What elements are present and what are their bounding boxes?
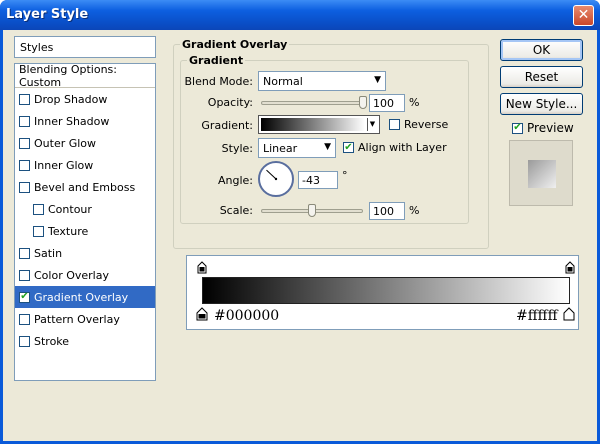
style-item[interactable]: Pattern Overlay <box>15 308 155 330</box>
reset-button[interactable]: Reset <box>500 66 583 88</box>
chevron-down-icon: ▼ <box>374 75 381 85</box>
gradient-swatch[interactable] <box>261 118 365 131</box>
reverse-checkbox[interactable]: Reverse <box>389 118 448 131</box>
preview-swatch <box>528 160 556 188</box>
angle-input[interactable]: -43 <box>298 171 338 189</box>
scale-input[interactable]: 100 <box>369 202 405 220</box>
angle-dial-needle <box>266 169 278 181</box>
opacity-slider-thumb[interactable] <box>359 96 367 109</box>
style-item-checkbox[interactable] <box>19 115 30 127</box>
styles-list: Blending Options: Custom Drop Shadow Inner… <box>14 63 156 381</box>
reverse-checkbox-box[interactable] <box>389 119 400 130</box>
end-color-hex: #ffffff <box>516 308 558 324</box>
style-item-label: Stroke <box>34 334 70 348</box>
style-item[interactable]: ✔ Gradient Overlay <box>15 286 155 308</box>
align-label: Align with Layer <box>358 141 447 154</box>
style-select[interactable]: Linear ▼ <box>258 138 336 158</box>
style-item-checkbox[interactable] <box>19 313 30 325</box>
preview-checkbox[interactable]: ✔ Preview <box>512 121 574 135</box>
style-item[interactable]: Outer Glow <box>15 132 155 154</box>
preview-label: Preview <box>527 121 574 135</box>
style-item-label: Satin <box>34 246 63 260</box>
style-item-label: Bevel and Emboss <box>34 180 136 194</box>
gradient-editor: #000000 #ffffff <box>186 255 579 330</box>
style-item-checkbox[interactable] <box>19 137 30 149</box>
style-item[interactable]: Inner Shadow <box>15 110 155 132</box>
styles-panel: Styles Blending Options: Custom Drop Shad… <box>14 36 156 381</box>
window-title: Layer Style <box>6 7 89 22</box>
preview-checkbox-box[interactable]: ✔ <box>512 122 523 134</box>
style-item-label: Inner Glow <box>34 158 94 172</box>
opacity-stop-left-icon[interactable] <box>197 261 207 274</box>
dialog-client: Styles Blending Options: Custom Drop Shad… <box>3 30 597 441</box>
style-item[interactable]: Satin <box>15 242 155 264</box>
styles-header[interactable]: Styles <box>14 36 156 58</box>
reverse-label: Reverse <box>404 118 449 131</box>
style-item-label: Drop Shadow <box>34 92 108 106</box>
angle-unit: ° <box>342 169 348 182</box>
style-item-checkbox[interactable]: ✔ <box>19 291 30 303</box>
preview-thumbnail <box>509 140 573 206</box>
blend-mode-value: Normal <box>263 75 303 88</box>
style-item[interactable]: Blending Options: Custom <box>15 62 155 89</box>
style-item-checkbox[interactable] <box>19 181 30 193</box>
new-style-button[interactable]: New Style... <box>500 93 583 115</box>
gradient-overlay-title: Gradient Overlay <box>180 38 290 51</box>
style-item-label: Inner Shadow <box>34 114 110 128</box>
style-item[interactable]: Stroke <box>15 330 155 352</box>
style-item-label: Color Overlay <box>34 268 109 282</box>
style-item-checkbox[interactable] <box>19 159 30 171</box>
opacity-unit: % <box>409 96 420 109</box>
gradient-picker[interactable]: ▼ <box>258 115 380 134</box>
start-color-hex: #000000 <box>214 308 280 324</box>
style-item-label: Outer Glow <box>34 136 97 150</box>
style-item-label: Blending Options: Custom <box>19 62 117 89</box>
chevron-down-icon: ▼ <box>324 142 331 152</box>
angle-label: Angle: <box>217 174 253 187</box>
ok-button[interactable]: OK <box>500 39 583 61</box>
align-with-layer-checkbox[interactable]: ✔ Align with Layer <box>343 141 447 154</box>
color-stop-right-icon[interactable] <box>563 307 575 321</box>
gradient-label: Gradient: <box>201 119 253 132</box>
style-item-checkbox[interactable] <box>33 203 44 215</box>
style-item[interactable]: Bevel and Emboss <box>15 176 155 198</box>
gradient-subgroup-title: Gradient <box>187 54 246 67</box>
opacity-input[interactable]: 100 <box>369 94 405 112</box>
opacity-stop-right-icon[interactable] <box>565 261 575 274</box>
style-item-checkbox[interactable] <box>33 225 44 237</box>
style-item[interactable]: Color Overlay <box>15 264 155 286</box>
style-item-checkbox[interactable] <box>19 335 30 347</box>
style-item[interactable]: Texture <box>15 220 155 242</box>
scale-unit: % <box>409 204 420 217</box>
style-item[interactable]: Inner Glow <box>15 154 155 176</box>
angle-dial[interactable] <box>258 161 294 197</box>
scale-label: Scale: <box>219 204 253 217</box>
blend-mode-label: Blend Mode: <box>184 75 254 88</box>
align-checkbox-box[interactable]: ✔ <box>343 142 354 153</box>
style-item-label: Texture <box>48 224 89 238</box>
style-item-checkbox[interactable] <box>19 93 30 105</box>
scale-slider-thumb[interactable] <box>308 204 316 217</box>
style-item[interactable]: Drop Shadow <box>15 88 155 110</box>
style-item[interactable]: Contour <box>15 198 155 220</box>
style-label: Style: <box>221 142 253 155</box>
chevron-down-icon[interactable]: ▼ <box>367 118 377 131</box>
blend-mode-select[interactable]: Normal ▼ <box>258 71 386 91</box>
close-button[interactable]: ✕ <box>573 5 594 26</box>
color-stop-left-icon[interactable] <box>196 307 208 321</box>
style-item-checkbox[interactable] <box>19 247 30 259</box>
style-item-label: Gradient Overlay <box>34 290 129 304</box>
style-item-label: Pattern Overlay <box>34 312 120 326</box>
opacity-slider-track[interactable] <box>261 101 363 105</box>
title-bar[interactable]: Layer Style ✕ <box>0 0 600 30</box>
style-value: Linear <box>263 142 298 155</box>
layer-style-window: Layer Style ✕ Styles Blending Options: C… <box>0 0 600 444</box>
opacity-label: Opacity: <box>207 96 253 109</box>
style-item-label: Contour <box>48 202 92 216</box>
style-item-checkbox[interactable] <box>19 269 30 281</box>
gradient-bar[interactable] <box>202 277 570 304</box>
